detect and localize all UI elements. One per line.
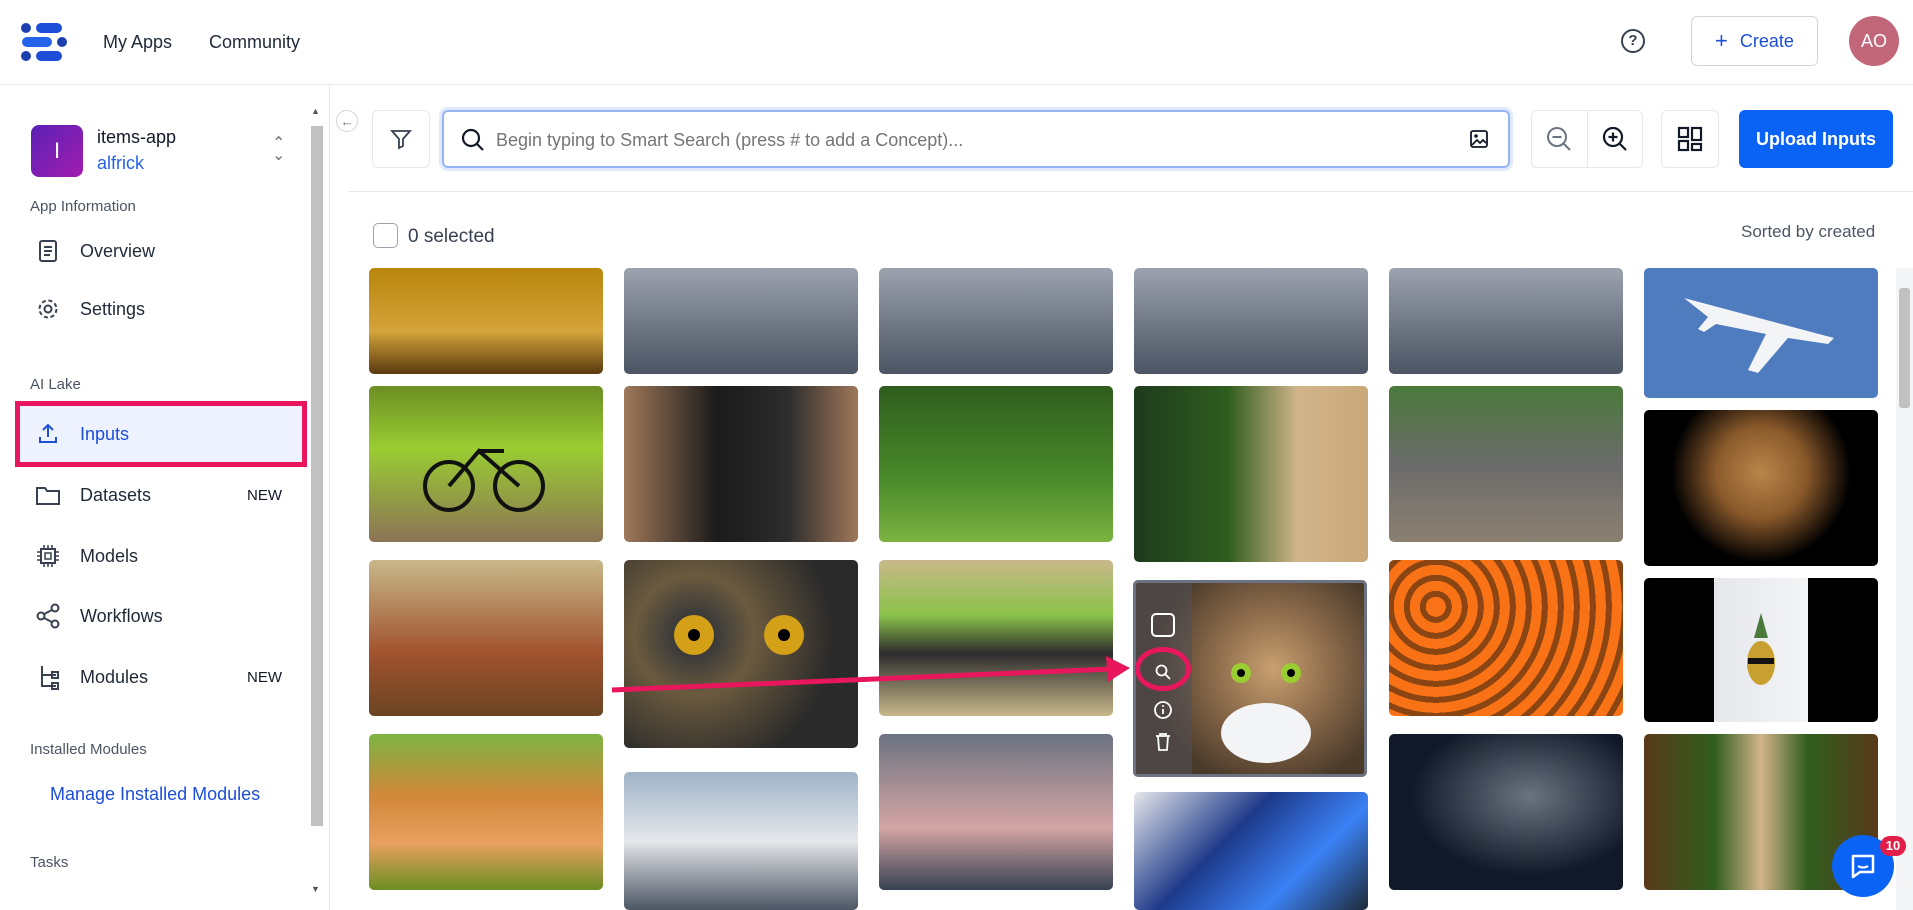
annotation-arrow [611,656,1130,693]
chat-notification-badge: 10 [1880,836,1906,856]
gallery-scrollbar[interactable] [1896,268,1913,910]
scrollbar-thumb[interactable] [1899,288,1910,408]
chat-icon [1851,854,1875,879]
annotation-circle [1135,647,1191,691]
